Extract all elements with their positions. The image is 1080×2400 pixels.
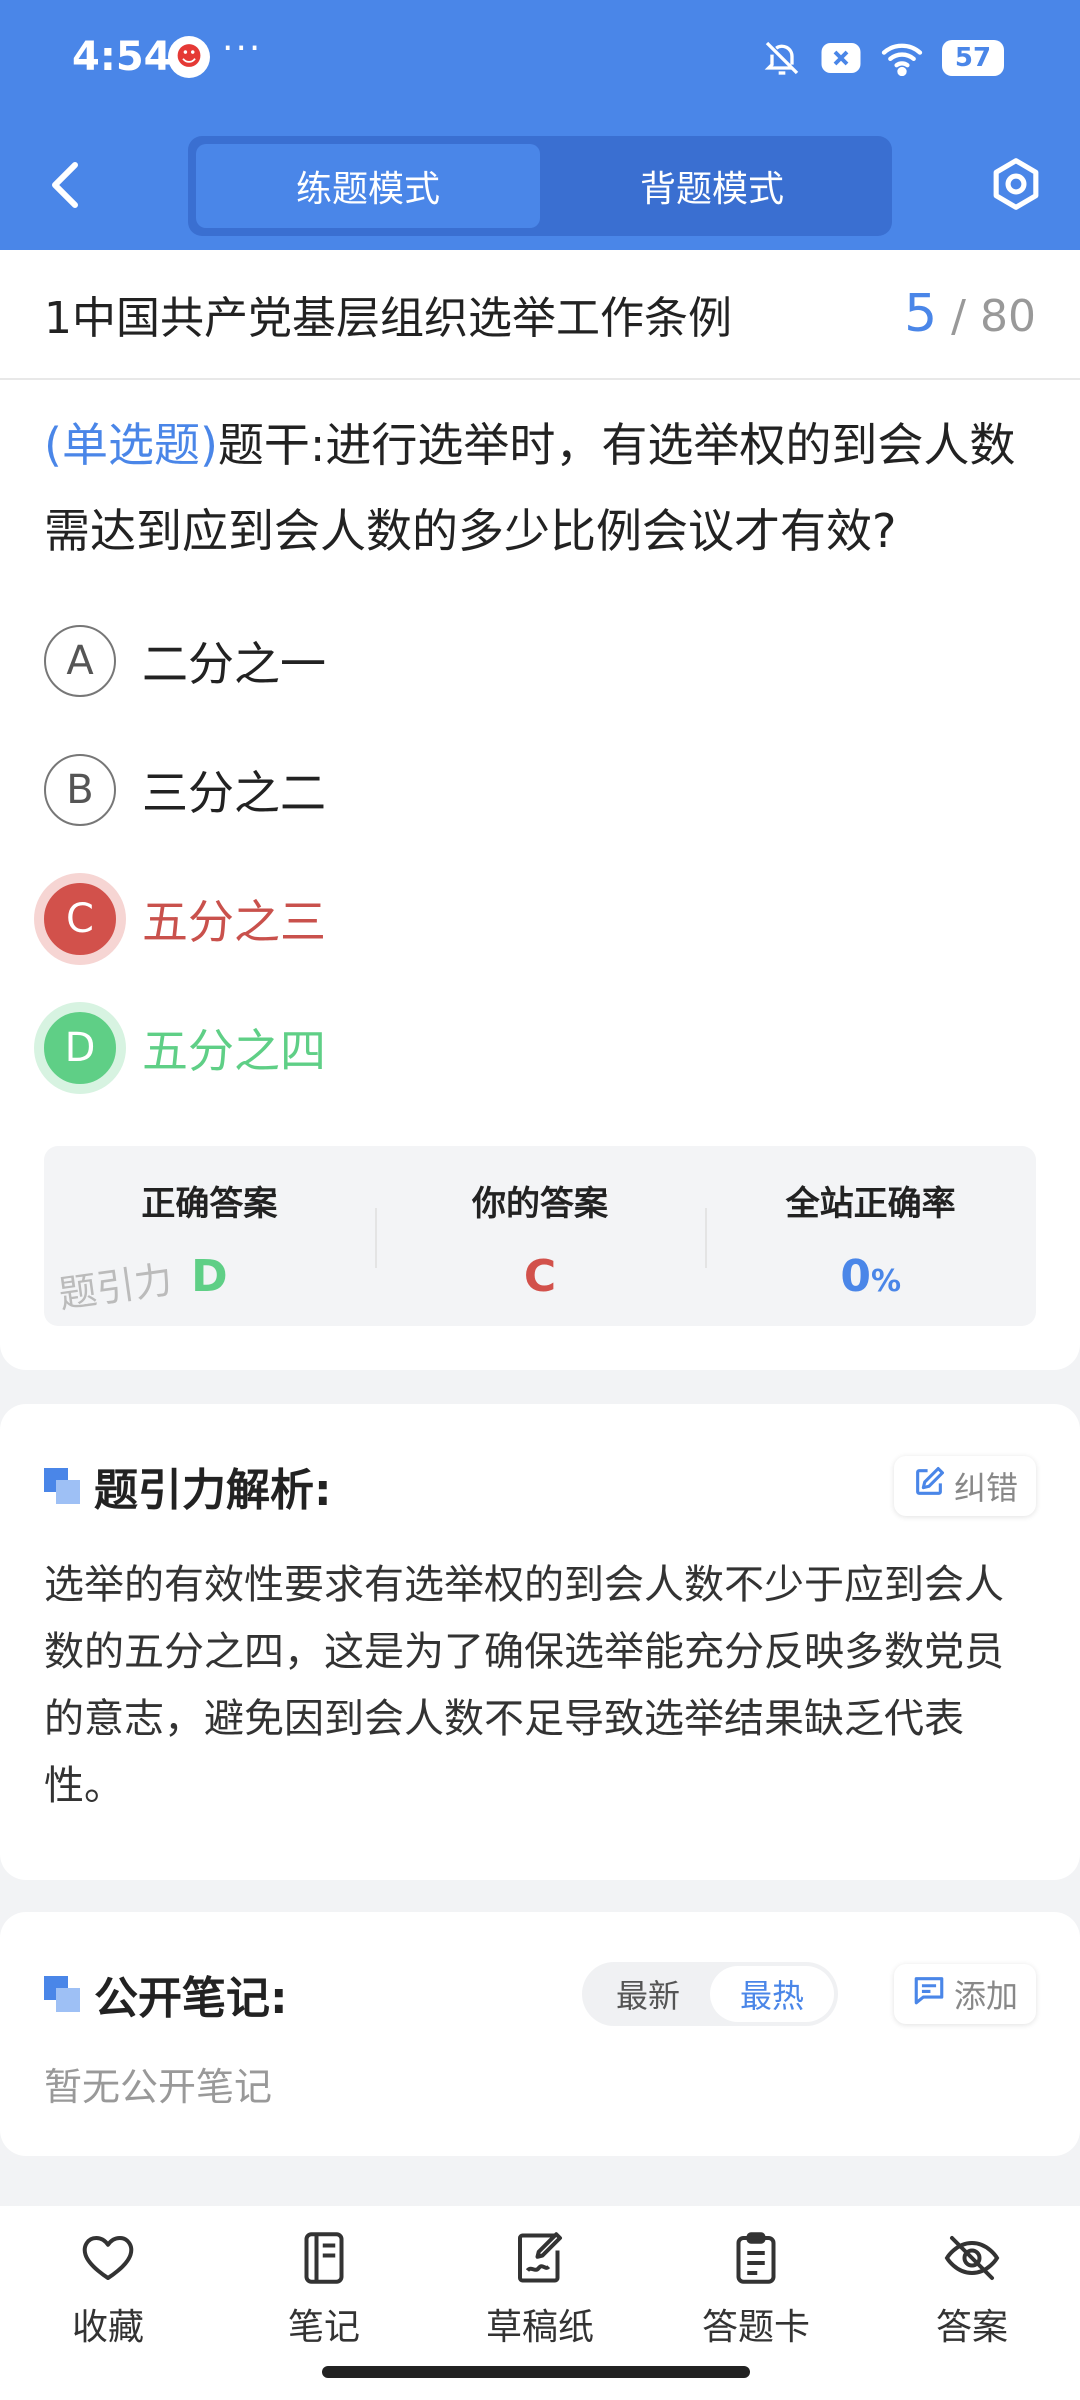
tab-label: 答题卡 [701,2307,810,2348]
report-error-label: 纠错 [953,1469,1018,1507]
wifi-icon [880,40,924,76]
heart-icon [82,2236,134,2280]
section-squares-icon [44,1976,80,2012]
mode-switch: 练题模式 背题模式 [188,136,892,236]
notes-header: 公开笔记: 最新 最热 添加 [44,1962,1036,2026]
battery-icon: 57 [942,40,1004,76]
draft-icon [518,2232,562,2283]
question-stem: (单选题)题干:进行选举时，有选举权的到会人数需达到应到会人数的多少比例会议才有… [0,380,1080,574]
tab-label: 答案 [935,2307,1008,2348]
notes-title: 公开笔记: [94,1973,288,2024]
tab-practice-mode[interactable]: 练题模式 [196,144,540,228]
clipboard-icon [736,2232,776,2284]
tab-favorite[interactable]: 收藏 [0,2206,216,2400]
option-text: 二分之一 [142,636,326,691]
report-error-button[interactable]: 纠错 [893,1456,1036,1516]
status-more-icon: ··· [222,28,263,69]
bottom-toolbar: 收藏 笔记 草稿纸 答题卡 答案 [0,2206,1080,2400]
watermark: 题引力 [55,1257,176,1317]
current-question-number: 5 [904,284,938,344]
question-title-row: 1中国共产党基层组织选举工作条例 5 / 80 [0,250,1080,380]
back-icon[interactable] [40,155,90,215]
public-notes-card: 公开笔记: 最新 最热 添加 暂无公开笔记 [0,1912,1080,2156]
sort-latest-option[interactable]: 最新 [586,1966,710,2022]
message-icon [912,1973,946,2015]
settings-icon[interactable] [988,156,1044,212]
analysis-title-group: 题引力解析: [44,1454,332,1518]
result-summary: 正确答案 D 题引力 你的答案 C 全站正确率 0% [44,1146,1036,1326]
correct-answer-col: 正确答案 D 题引力 [44,1146,375,1326]
tab-recite-mode[interactable]: 背题模式 [540,144,884,228]
analysis-title: 题引力解析: [94,1465,332,1516]
option-b[interactable]: B 三分之二 [44,725,1036,854]
status-icons: 57 [762,38,1004,78]
sort-hot-option[interactable]: 最热 [709,1966,834,2022]
edit-icon [912,1465,946,1507]
accuracy-label: 全站正确率 [785,1184,956,1224]
notes-sort-switch: 最新 最热 [581,1962,838,2026]
option-letter: B [44,753,116,826]
correct-answer-value: D [191,1251,228,1302]
option-c[interactable]: C 五分之三 [44,854,1036,983]
close-box-icon [820,40,862,76]
accuracy-col: 全站正确率 0% [705,1146,1036,1326]
chapter-title: 1中国共产党基层组织选举工作条例 [44,293,732,344]
total-questions: 80 [980,291,1036,342]
question-type: (单选题) [44,418,218,472]
status-time: 4:54 [72,34,172,80]
question-card: 1中国共产党基层组织选举工作条例 5 / 80 (单选题)题干:进行选举时，有选… [0,250,1080,1370]
option-a[interactable]: A 二分之一 [44,596,1036,725]
accuracy-number: 0 [840,1251,871,1302]
your-answer-col: 你的答案 C [374,1146,706,1326]
app-header: 4:54 ☻ ··· 57 练题模式 背题模式 [0,0,1080,250]
option-text: 五分之三 [142,894,326,949]
empty-notes-text: 暂无公开笔记 [44,2065,273,2109]
question-counter[interactable]: 5 / 80 [904,284,1036,344]
tab-label: 收藏 [71,2307,144,2348]
analysis-text: 选举的有效性要求有选举权的到会人数不少于应到会人数的五分之四，这是为了确保选举能… [44,1562,1004,1809]
correct-answer-label: 正确答案 [141,1184,278,1224]
tab-label: 笔记 [287,2307,360,2348]
option-d[interactable]: D 五分之四 [44,983,1036,1112]
your-answer-value: C [523,1251,557,1302]
add-note-button[interactable]: 添加 [893,1964,1036,2024]
eye-off-icon [944,2236,1000,2280]
counter-separator: / [951,291,966,342]
bell-off-icon [762,38,802,78]
home-indicator[interactable] [322,2366,750,2378]
add-note-label: 添加 [953,1977,1018,2015]
option-letter: C [44,882,116,955]
notebook-icon [304,2232,344,2284]
option-letter: D [44,1011,116,1084]
accuracy-value: 0% [840,1251,901,1302]
section-squares-icon [44,1468,80,1504]
options-list: A 二分之一 B 三分之二 C 五分之三 D 五分之四 [0,574,1080,1112]
app-notification-icon: ☻ [168,36,210,78]
tab-label: 草稿纸 [485,2307,594,2348]
notes-controls: 最新 最热 添加 [581,1962,1036,2026]
option-letter: A [44,624,116,697]
tab-answer[interactable]: 答案 [864,2206,1080,2400]
option-text: 五分之四 [142,1023,326,1078]
your-answer-label: 你的答案 [472,1184,608,1224]
analysis-card: 题引力解析: 纠错 选举的有效性要求有选举权的到会人数不少于应到会人数的五分之四… [0,1404,1080,1880]
notes-title-group: 公开笔记: [44,1962,288,2026]
option-text: 三分之二 [142,765,326,820]
analysis-header: 题引力解析: 纠错 [44,1454,1036,1518]
accuracy-unit: % [870,1264,902,1299]
